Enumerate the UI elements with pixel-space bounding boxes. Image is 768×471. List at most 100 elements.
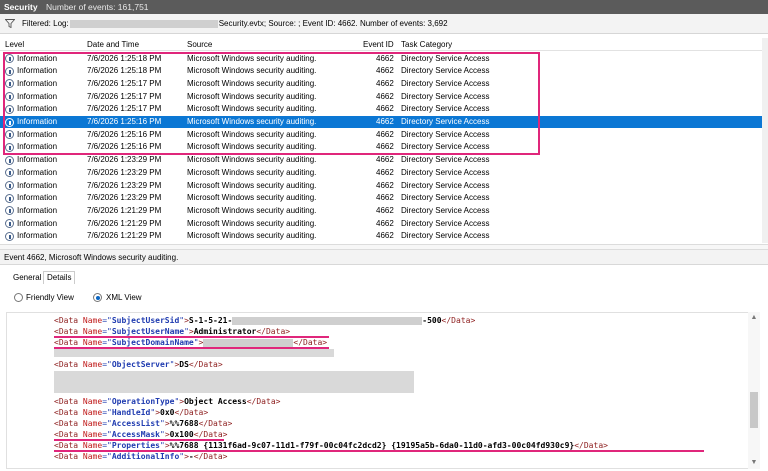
cell-task-category: Directory Service Access [401,53,490,63]
cell-level: Information [17,193,58,203]
xml-attr-value: AccessMask [111,430,160,439]
cell-task-category: Directory Service Access [401,218,490,228]
info-icon [5,66,14,76]
info-icon [5,181,14,190]
cell-date: 7/6/2026 1:25:18 PM [87,66,162,76]
cell-source: Microsoft Windows security auditing. [187,78,317,88]
info-icon [5,206,14,216]
cell-event-id: 4662 [376,129,394,139]
redacted-block [54,349,334,357]
xml-data-line: <Data Name="OperationType">Object Access… [54,397,281,406]
table-row[interactable]: Information 7/6/2026 1:23:29 PM Microsoft … [0,179,768,192]
cell-date: 7/6/2026 1:21:29 PM [87,218,162,228]
table-row[interactable]: Information 7/6/2026 1:21:29 PM Microsoft … [0,230,768,243]
cell-source: Microsoft Windows security auditing. [187,167,317,177]
cell-event-id: 4662 [376,180,394,190]
friendly-view-radio[interactable] [14,293,23,302]
cell-source: Microsoft Windows security auditing. [187,91,317,101]
cell-level: Information [17,78,58,88]
table-row[interactable]: Information 7/6/2026 1:25:17 PM Microsoft … [0,103,768,116]
highlight-underline [54,450,704,452]
view-options: Friendly View XML View [0,287,768,309]
table-row[interactable]: Information 7/6/2026 1:23:29 PM Microsoft … [0,154,768,167]
table-row[interactable]: Information 7/6/2026 1:25:17 PM Microsoft … [0,77,768,90]
table-row[interactable]: Information 7/6/2026 1:21:29 PM Microsoft … [0,204,768,217]
table-row[interactable]: Information 7/6/2026 1:25:18 PM Microsoft … [0,65,768,78]
cell-task-category: Directory Service Access [401,180,490,190]
cell-level: Information [17,205,58,215]
xml-data-line: <Data Name="SubjectUserSid">S-1-5-21- -50… [54,316,476,325]
xml-attr-value: SubjectUserName [111,327,185,336]
cell-source: Microsoft Windows security auditing. [187,205,317,215]
scroll-up-icon[interactable]: ▲ [750,314,758,322]
xml-attr-value: SubjectUserSid [111,316,180,325]
table-row[interactable]: Information 7/6/2026 1:25:17 PM Microsoft … [0,90,768,103]
cell-event-id: 4662 [376,104,394,114]
column-header-source[interactable]: Source [187,40,212,49]
column-header-task-category[interactable]: Task Category [401,40,452,49]
column-header-level[interactable]: Level [5,40,24,49]
cell-date: 7/6/2026 1:25:16 PM [87,142,162,152]
cell-event-id: 4662 [376,155,394,165]
table-row[interactable]: Information 7/6/2026 1:23:29 PM Microsoft … [0,192,768,205]
tab-general[interactable]: General [13,273,41,282]
cell-source: Microsoft Windows security auditing. [187,193,317,203]
highlight-underline [54,336,329,338]
cell-task-category: Directory Service Access [401,104,490,114]
cell-event-id: 4662 [376,193,394,203]
event-count: Number of events: 161,751 [46,2,149,12]
cell-source: Microsoft Windows security auditing. [187,66,317,76]
table-row[interactable]: Information 7/6/2026 1:25:16 PM Microsoft … [0,115,768,129]
cell-level: Information [17,129,58,139]
cell-event-id: 4662 [376,205,394,215]
table-row[interactable]: Information 7/6/2026 1:25:16 PM Microsoft … [0,128,768,141]
info-icon [5,79,14,89]
cell-date: 7/6/2026 1:23:29 PM [87,180,162,190]
cell-event-id: 4662 [376,91,394,101]
scroll-down-icon[interactable]: ▼ [750,459,758,467]
filter-prefix: Filtered: Log: [22,19,69,28]
xml-view-pane[interactable]: <Data Name="SubjectUserSid">S-1-5-21- -50… [6,312,760,469]
friendly-view-label[interactable]: Friendly View [26,293,74,302]
redacted-block [54,371,414,393]
cell-source: Microsoft Windows security auditing. [187,155,317,165]
xml-value: 0x0 [160,408,175,417]
filter-bar: Filtered: Log: Security.evtx; Source: ; … [0,14,768,34]
column-header-event-id[interactable]: Event ID [363,40,394,49]
xml-value: -500 [422,316,442,325]
cell-date: 7/6/2026 1:25:16 PM [87,117,162,126]
table-row[interactable]: Information 7/6/2026 1:23:29 PM Microsoft … [0,166,768,179]
xml-attr-value: Properties [111,441,160,450]
table-row[interactable]: Information 7/6/2026 1:21:29 PM Microsoft … [0,217,768,230]
cell-source: Microsoft Windows security auditing. [187,180,317,190]
table-row[interactable]: Information 7/6/2026 1:25:18 PM Microsoft … [0,52,768,65]
xml-scrollbar[interactable]: ▲ ▼ [748,312,760,469]
table-row[interactable]: Information 7/6/2026 1:25:16 PM Microsoft … [0,141,768,154]
xml-data-line: <Data Name="AccessList">%%7688</Data> [54,419,233,428]
info-icon [5,231,14,241]
redacted-sid [232,316,423,325]
xml-value: Object Access [184,397,247,406]
detail-tabs: General Details [0,266,768,286]
xml-view-label[interactable]: XML View [106,293,142,302]
cell-task-category: Directory Service Access [401,117,490,126]
xml-view-radio[interactable] [93,293,102,302]
highlight-underline [54,439,224,441]
cell-task-category: Directory Service Access [401,155,490,165]
cell-task-category: Directory Service Access [401,231,490,241]
xml-attr-value: ObjectServer [111,360,170,369]
cell-task-category: Directory Service Access [401,193,490,203]
cell-event-id: 4662 [376,142,394,152]
cell-date: 7/6/2026 1:23:29 PM [87,167,162,177]
xml-attr-value: SubjectDomainName [111,338,194,347]
column-header-date[interactable]: Date and Time [87,40,139,49]
xml-value: %%7688 {1131f6ad-9c07-11d1-f79f-00c04fc2… [169,441,575,450]
cell-level: Information [17,91,58,101]
xml-data-line: <Data Name="SubjectUserName">Administrat… [54,327,291,336]
event-grid-scrollbar[interactable] [762,38,768,243]
cell-event-id: 4662 [376,66,394,76]
info-icon [5,219,14,229]
tab-details[interactable]: Details [43,271,76,284]
xml-value: S-1-5-21- [188,316,233,325]
scroll-thumb[interactable] [750,392,758,428]
